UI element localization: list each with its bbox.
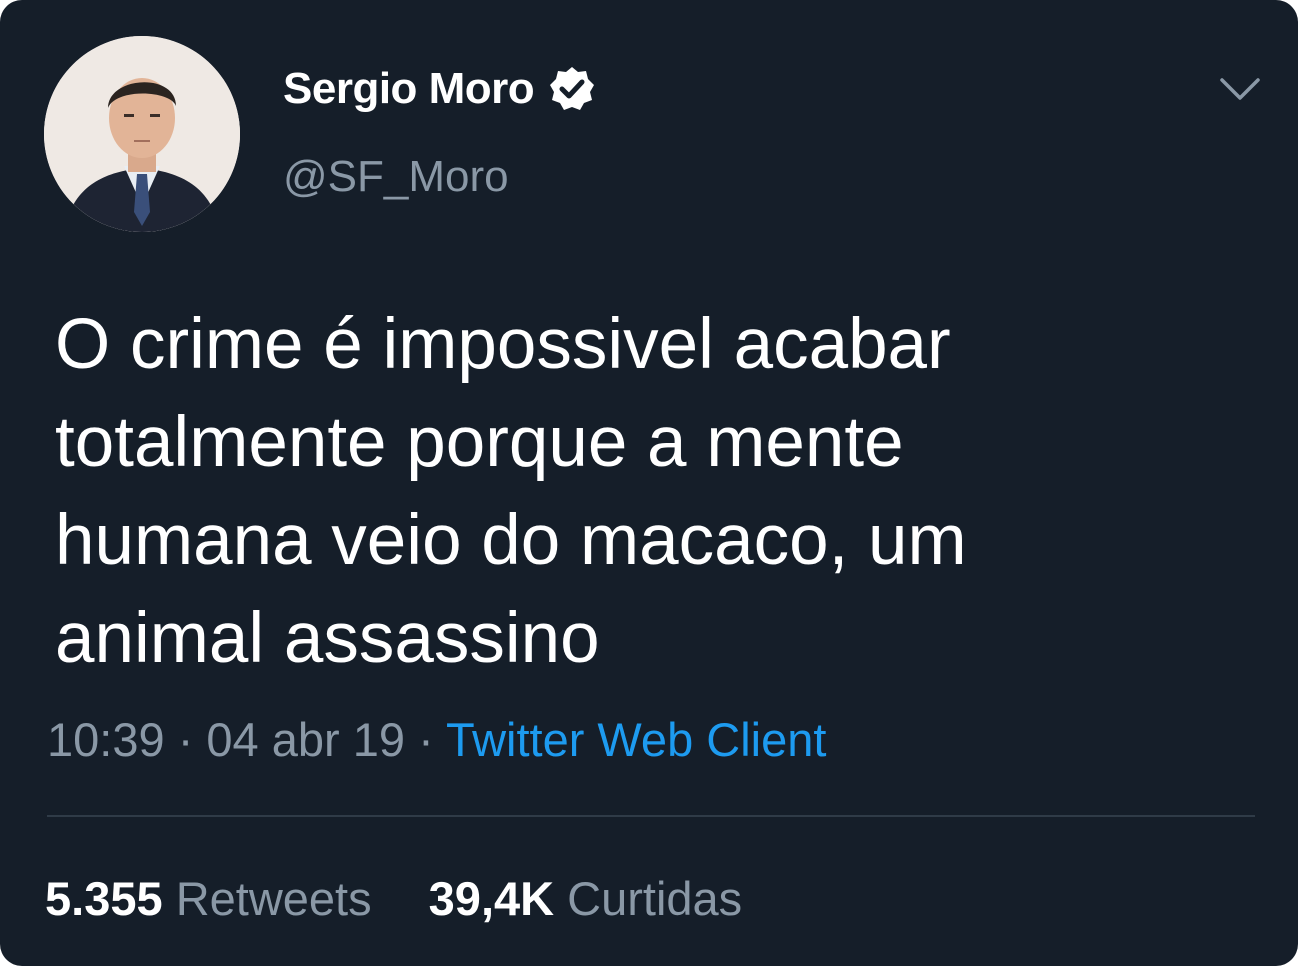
handle[interactable]: @SF_Moro (283, 152, 509, 202)
tweet-meta: 10:39 · 04 abr 19 · Twitter Web Client (47, 712, 826, 767)
tweet-text-line: O crime é impossivel acabar (55, 305, 951, 384)
retweets-stat[interactable]: 5.355 Retweets (45, 871, 372, 926)
meta-separator: · (177, 713, 194, 766)
verified-badge-icon (548, 65, 596, 113)
divider (47, 815, 1255, 817)
author-row: Sergio Moro (283, 64, 596, 114)
meta-separator: · (418, 713, 434, 766)
tweet-time[interactable]: 10:39 (47, 713, 165, 766)
tweet-text-line: animal assassino (55, 599, 600, 678)
likes-stat[interactable]: 39,4K Curtidas (429, 871, 743, 926)
tweet-text: O crime é impossivel acabar totalmente p… (55, 296, 1205, 688)
tweet-text-line: humana veio do macaco, um (55, 501, 967, 580)
likes-label: Curtidas (567, 872, 743, 925)
retweets-label: Retweets (175, 872, 372, 925)
display-name[interactable]: Sergio Moro (283, 64, 535, 114)
engagement-stats: 5.355 Retweets 39,4K Curtidas (45, 871, 742, 926)
avatar[interactable] (44, 36, 240, 232)
retweets-count: 5.355 (45, 872, 163, 925)
chevron-down-icon[interactable] (1218, 74, 1262, 104)
profile-photo (44, 36, 240, 232)
tweet-source-link[interactable]: Twitter Web Client (446, 713, 826, 766)
likes-count: 39,4K (428, 872, 555, 925)
tweet-text-line: totalmente porque a mente (55, 403, 904, 482)
tweet-date[interactable]: 04 abr 19 (206, 713, 405, 766)
tweet-card: Sergio Moro @SF_Moro O crime é impossive… (0, 0, 1298, 966)
